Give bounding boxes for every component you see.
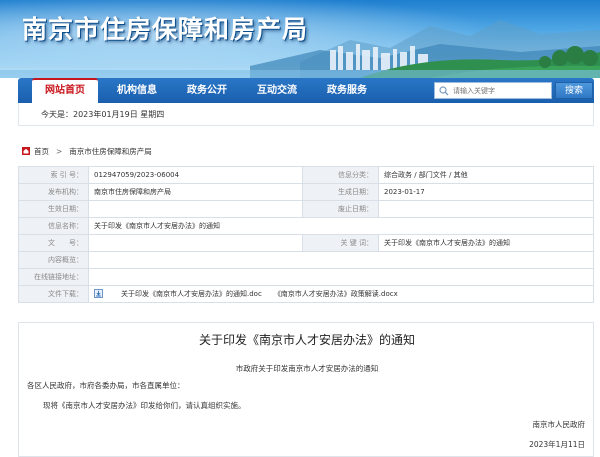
name-value: 关于印发《南京市人才安居办法》的通知 bbox=[88, 217, 594, 235]
date-bar: 今天是：2023年01月19日 星期四 bbox=[18, 103, 594, 126]
downloads-cell: 关于印发《南京市人才安居办法》的通知.doc 《南京市人才安居办法》政策解读.do… bbox=[88, 285, 594, 303]
downloads-label: 文件下载： bbox=[18, 285, 89, 303]
publisher-value: 南京市住房保障和房产局 bbox=[88, 183, 303, 201]
table-row: 生效日期： 废止日期： bbox=[18, 200, 594, 218]
online-link-value bbox=[88, 268, 594, 286]
doc-no-value bbox=[88, 234, 303, 252]
download-link-notice[interactable]: 关于印发《南京市人才安居办法》的通知.doc bbox=[121, 290, 262, 298]
document-issuer-line: 市政府关于印发南京市人才安居办法的通知 bbox=[235, 364, 379, 373]
table-row: 发布机构： 南京市住房保障和房产局 生成日期： 2023-01-17 bbox=[18, 183, 594, 201]
nav-item-organization[interactable]: 机构信息 bbox=[104, 78, 170, 103]
search-input[interactable] bbox=[453, 84, 549, 97]
table-row: 信息名称： 关于印发《南京市人才安居办法》的通知 bbox=[18, 217, 594, 235]
table-row: 文件下载： 关于印发《南京市人才安居办法》的通知.doc 《南京市人才安居办法》政… bbox=[18, 285, 594, 303]
site-banner: 南京市住房保障和房产局 bbox=[0, 0, 600, 78]
home-icon bbox=[22, 147, 30, 155]
search-box bbox=[434, 82, 552, 99]
today-date: 今天是：2023年01月19日 星期四 bbox=[41, 110, 165, 119]
category-value: 综合政务 / 部门文件 / 其他 bbox=[378, 166, 594, 184]
nav-item-government-affairs[interactable]: 政务公开 bbox=[174, 78, 240, 103]
breadcrumb-home[interactable]: 首页 bbox=[34, 147, 49, 156]
created-label: 生成日期： bbox=[302, 183, 379, 201]
search-button[interactable]: 搜索 bbox=[555, 82, 593, 99]
overview-label: 内容概览： bbox=[18, 251, 89, 269]
online-link-label: 在线链接地址： bbox=[18, 268, 89, 286]
index-no-label: 索 引 号： bbox=[18, 166, 89, 184]
index-no-value: 012947059/2023-06004 bbox=[88, 166, 303, 184]
nav-item-home[interactable]: 网站首页 bbox=[32, 78, 98, 103]
document-info-table: 索 引 号： 012947059/2023-06004 信息分类： 综合政务 /… bbox=[18, 166, 594, 303]
site-title: 南京市住房保障和房产局 bbox=[22, 15, 309, 44]
breadcrumb: 首页 > 南京市住房保障和房产局 bbox=[22, 146, 152, 158]
name-label: 信息名称： bbox=[18, 217, 89, 235]
keywords-label: 关 键 词： bbox=[302, 234, 379, 252]
publisher-label: 发布机构： bbox=[18, 183, 89, 201]
keywords-value: 关于印发《南京市人才安居办法》的通知 bbox=[378, 234, 594, 252]
expiry-label: 废止日期： bbox=[302, 200, 379, 218]
document-content: 关于印发《南京市人才安居办法》的通知 市政府关于印发南京市人才安居办法的通知 各… bbox=[18, 322, 594, 457]
overview-value bbox=[88, 251, 594, 269]
document-addressees: 各区人民政府，市府各委办局，市各直属单位： bbox=[27, 381, 185, 390]
effective-value bbox=[88, 200, 303, 218]
breadcrumb-current[interactable]: 南京市住房保障和房产局 bbox=[69, 147, 152, 156]
created-value: 2023-01-17 bbox=[378, 183, 594, 201]
document-title: 关于印发《南京市人才安居办法》的通知 bbox=[198, 333, 415, 347]
document-date: 2023年1月11日 bbox=[529, 440, 585, 449]
nav-item-services[interactable]: 政务服务 bbox=[314, 78, 380, 103]
expiry-value bbox=[378, 200, 594, 218]
effective-label: 生效日期： bbox=[18, 200, 89, 218]
table-row: 索 引 号： 012947059/2023-06004 信息分类： 综合政务 /… bbox=[18, 166, 594, 184]
document-body: 现将《南京市人才安居办法》印发给你们，请认真组织实施。 bbox=[43, 401, 246, 410]
nav-item-interaction[interactable]: 互动交流 bbox=[244, 78, 310, 103]
table-row: 内容概览： bbox=[18, 251, 594, 269]
category-label: 信息分类： bbox=[302, 166, 379, 184]
main-nav: 网站首页 机构信息 政务公开 互动交流 政务服务 搜索 bbox=[18, 78, 594, 103]
download-link-interpretation[interactable]: 《南京市人才安居办法》政策解读.docx bbox=[274, 290, 398, 298]
doc-no-label: 文 号： bbox=[18, 234, 89, 252]
breadcrumb-separator: > bbox=[56, 147, 63, 156]
table-row: 文 号： 关 键 词： 关于印发《南京市人才安居办法》的通知 bbox=[18, 234, 594, 252]
file-download-icon bbox=[94, 289, 103, 298]
search-icon bbox=[439, 86, 449, 96]
table-row: 在线链接地址： bbox=[18, 268, 594, 286]
document-signature: 南京市人民政府 bbox=[532, 420, 586, 429]
